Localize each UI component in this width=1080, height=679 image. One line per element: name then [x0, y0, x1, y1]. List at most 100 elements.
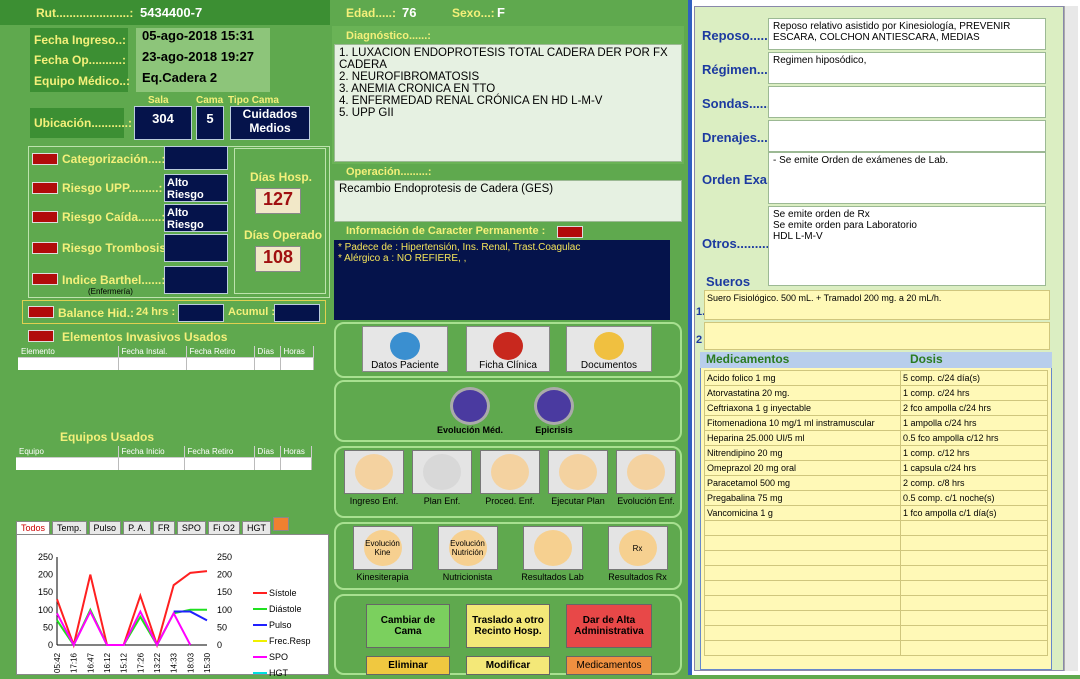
table-row[interactable]: Heparina 25.000 UI/5 ml 0.5 fco ampolla c… [704, 430, 1048, 446]
suero-1[interactable]: Suero Fisiológico. 500 mL. + Tramadol 20… [704, 290, 1050, 320]
vitals-chart-svg: 0 0 50 50 100 100 150 150 200 200 250 250 05:42 17:16… [38, 552, 311, 678]
ingreso-enf-button[interactable]: Ingreso Enf. [341, 450, 407, 516]
reposo-text[interactable]: Reposo relativo asistido por Kinesiologí… [768, 18, 1046, 50]
table-row[interactable]: Ceftriaxona 1 g inyectable 2 fco ampolla … [704, 400, 1048, 416]
table-row[interactable]: Nitrendipino 20 mg 1 comp. c/12 hrs [704, 445, 1048, 461]
kine-icon: Evolución Kine [363, 530, 402, 566]
enfermeria-buttons: Ingreso Enf. Plan Enf. Proced. Enf. Ejecuta… [340, 450, 680, 516]
riesgo-trombosis-button[interactable] [32, 242, 58, 254]
chart-tab-1[interactable]: Temp. [52, 521, 87, 535]
chart-tab-3[interactable]: P. A. [123, 521, 151, 535]
riesgo-trombosis-label: Riesgo Trombosis: [62, 241, 171, 255]
col-fecha-instal: Fecha Instal. [118, 346, 187, 358]
riesgo-upp-value: Alto Riesgo [164, 174, 228, 202]
table-row[interactable] [704, 520, 1048, 536]
table-row[interactable] [704, 565, 1048, 581]
diagnostico-text[interactable]: 1. LUXACION ENDOPROTESIS TOTAL CADERA DE… [334, 44, 682, 162]
y-tick-label-right: 150 [217, 587, 232, 597]
chart-tab-4[interactable]: FR [152, 521, 175, 535]
medicamentos-button[interactable]: Medicamentos [566, 656, 652, 675]
alta-button[interactable]: Dar de Alta Administrativa [566, 604, 652, 648]
sondas-text[interactable] [768, 86, 1046, 118]
table-row[interactable]: Fitomenadiona 10 mg/1 ml instramuscular 1… [704, 415, 1048, 431]
riesgo-trombosis-value [164, 234, 228, 262]
chart-tab-5[interactable]: SPO [176, 521, 206, 535]
categorizacion-label: Categorización....: [62, 152, 166, 166]
reposo-label: Reposo...... [702, 28, 772, 43]
barthel-button[interactable] [32, 273, 58, 285]
categorizacion-value [164, 146, 228, 170]
categorizacion-button[interactable] [32, 153, 58, 165]
med-name: Ceftriaxona 1 g inyectable [704, 400, 901, 416]
table-row[interactable]: Atorvastatina 20 mg. 1 comp. c/24 hrs [704, 385, 1048, 401]
invasivos-table[interactable]: Elemento Fecha Instal. Fecha Retiro Días… [18, 346, 314, 380]
table-row[interactable] [16, 457, 312, 470]
med-name: Heparina 25.000 UI/5 ml [704, 430, 901, 446]
ficha-clinica-button[interactable]: Ficha Clínica [466, 326, 550, 372]
suero-2[interactable] [704, 322, 1050, 350]
table-row[interactable] [704, 535, 1048, 551]
invasivos-title: Elementos Invasivos Usados [62, 330, 228, 344]
evolucion-enf-button[interactable]: Evolución Enf. [613, 450, 679, 516]
col-elemento: Elemento [18, 346, 119, 358]
table-row[interactable] [704, 580, 1048, 596]
med-dose [900, 625, 1048, 641]
invasivos-button[interactable] [28, 330, 54, 342]
table-row[interactable] [704, 640, 1048, 656]
epicrisis-button[interactable]: Epicrisis [522, 384, 586, 440]
table-row[interactable]: Vancomicina 1 g1 fco ampolla c/1 día(s) [704, 505, 1048, 521]
cambiar-cama-button[interactable]: Cambiar de Cama [366, 604, 450, 648]
balance-button[interactable] [28, 306, 54, 318]
table-row[interactable]: Pregabalina 75 mg 0.5 comp. c/1 noche(s) [704, 490, 1048, 506]
y-tick-label: 150 [38, 587, 53, 597]
table-row[interactable] [704, 595, 1048, 611]
traslado-button[interactable]: Traslado a otro Recinto Hosp. [466, 604, 550, 648]
sexo-value: F [497, 5, 505, 20]
equipos-table[interactable]: Equipo Fecha Inicio Fecha Retiro Días Ho… [16, 446, 312, 480]
chart-tab-7[interactable]: HGT [241, 521, 271, 535]
med-dose: 2 comp. c/8 hrs [900, 475, 1048, 491]
chart-tab-2[interactable]: Pulso [88, 521, 122, 535]
x-tick-label: 16:47 [86, 652, 95, 673]
med-name: Omeprazol 20 mg oral [704, 460, 901, 476]
ejecutar-plan-button[interactable]: Ejecutar Plan [545, 450, 611, 516]
regimen-text[interactable]: Regimen hiposódico, [768, 52, 1046, 84]
table-row[interactable]: Acido folico 1 mg 5 comp. c/24 día(s) [704, 370, 1048, 386]
eliminar-button[interactable]: Eliminar [366, 656, 450, 675]
perm-info[interactable]: * Padece de : Hipertensión, Ins. Renal, … [334, 240, 670, 320]
table-row[interactable]: Paracetamol 500 mg 2 comp. c/8 hrs [704, 475, 1048, 491]
riesgo-upp-button[interactable] [32, 182, 58, 194]
resultados-rx-button[interactable]: Rx Resultados Rx [605, 526, 671, 586]
riesgo-caida-button[interactable] [32, 211, 58, 223]
table-row[interactable] [18, 357, 314, 370]
evolucion-med-button[interactable]: Evolución Méd. [434, 384, 506, 440]
documentos-button[interactable]: Documentos [566, 326, 652, 372]
proced-enf-button[interactable]: Proced. Enf. [477, 450, 543, 516]
kinesiterapia-button[interactable]: Evolución Kine Kinesiterapia [350, 526, 416, 586]
table-row[interactable]: Omeprazol 20 mg oral 1 capsula c/24 hrs [704, 460, 1048, 476]
scrollbar[interactable] [1064, 6, 1078, 671]
table-row[interactable] [704, 610, 1048, 626]
perm-button[interactable] [557, 226, 583, 238]
nutricionista-button[interactable]: Evolución Nutrición Nutricionista [435, 526, 501, 586]
drenajes-text[interactable] [768, 120, 1046, 152]
chart-tab-6[interactable]: Fi O2 [207, 521, 240, 535]
patient-icon [390, 332, 420, 360]
zoom-icon[interactable] [272, 517, 289, 531]
epicrisis-icon [534, 387, 574, 425]
med-name [704, 550, 901, 566]
table-row[interactable] [704, 550, 1048, 566]
orden-text[interactable]: - Se emite Orden de exámenes de Lab. [768, 152, 1046, 204]
chart-tab-0[interactable]: Todos [16, 521, 51, 535]
table-row[interactable] [704, 625, 1048, 641]
plan-enf-button[interactable]: Plan Enf. [409, 450, 475, 516]
x-tick-label: 18:03 [186, 652, 195, 673]
resultados-lab-button[interactable]: Resultados Lab [520, 526, 586, 586]
legend-entry: Frec.Resp [269, 636, 311, 646]
modificar-button[interactable]: Modificar [466, 656, 550, 675]
cama-value: 5 [196, 106, 224, 140]
y-tick-label-right: 50 [217, 622, 227, 632]
operacion-text[interactable]: Recambio Endoprotesis de Cadera (GES) [334, 180, 682, 222]
otros-text[interactable]: Se emite orden de Rx Se emite orden para … [768, 206, 1046, 286]
datos-paciente-button[interactable]: Datos Paciente [362, 326, 448, 372]
